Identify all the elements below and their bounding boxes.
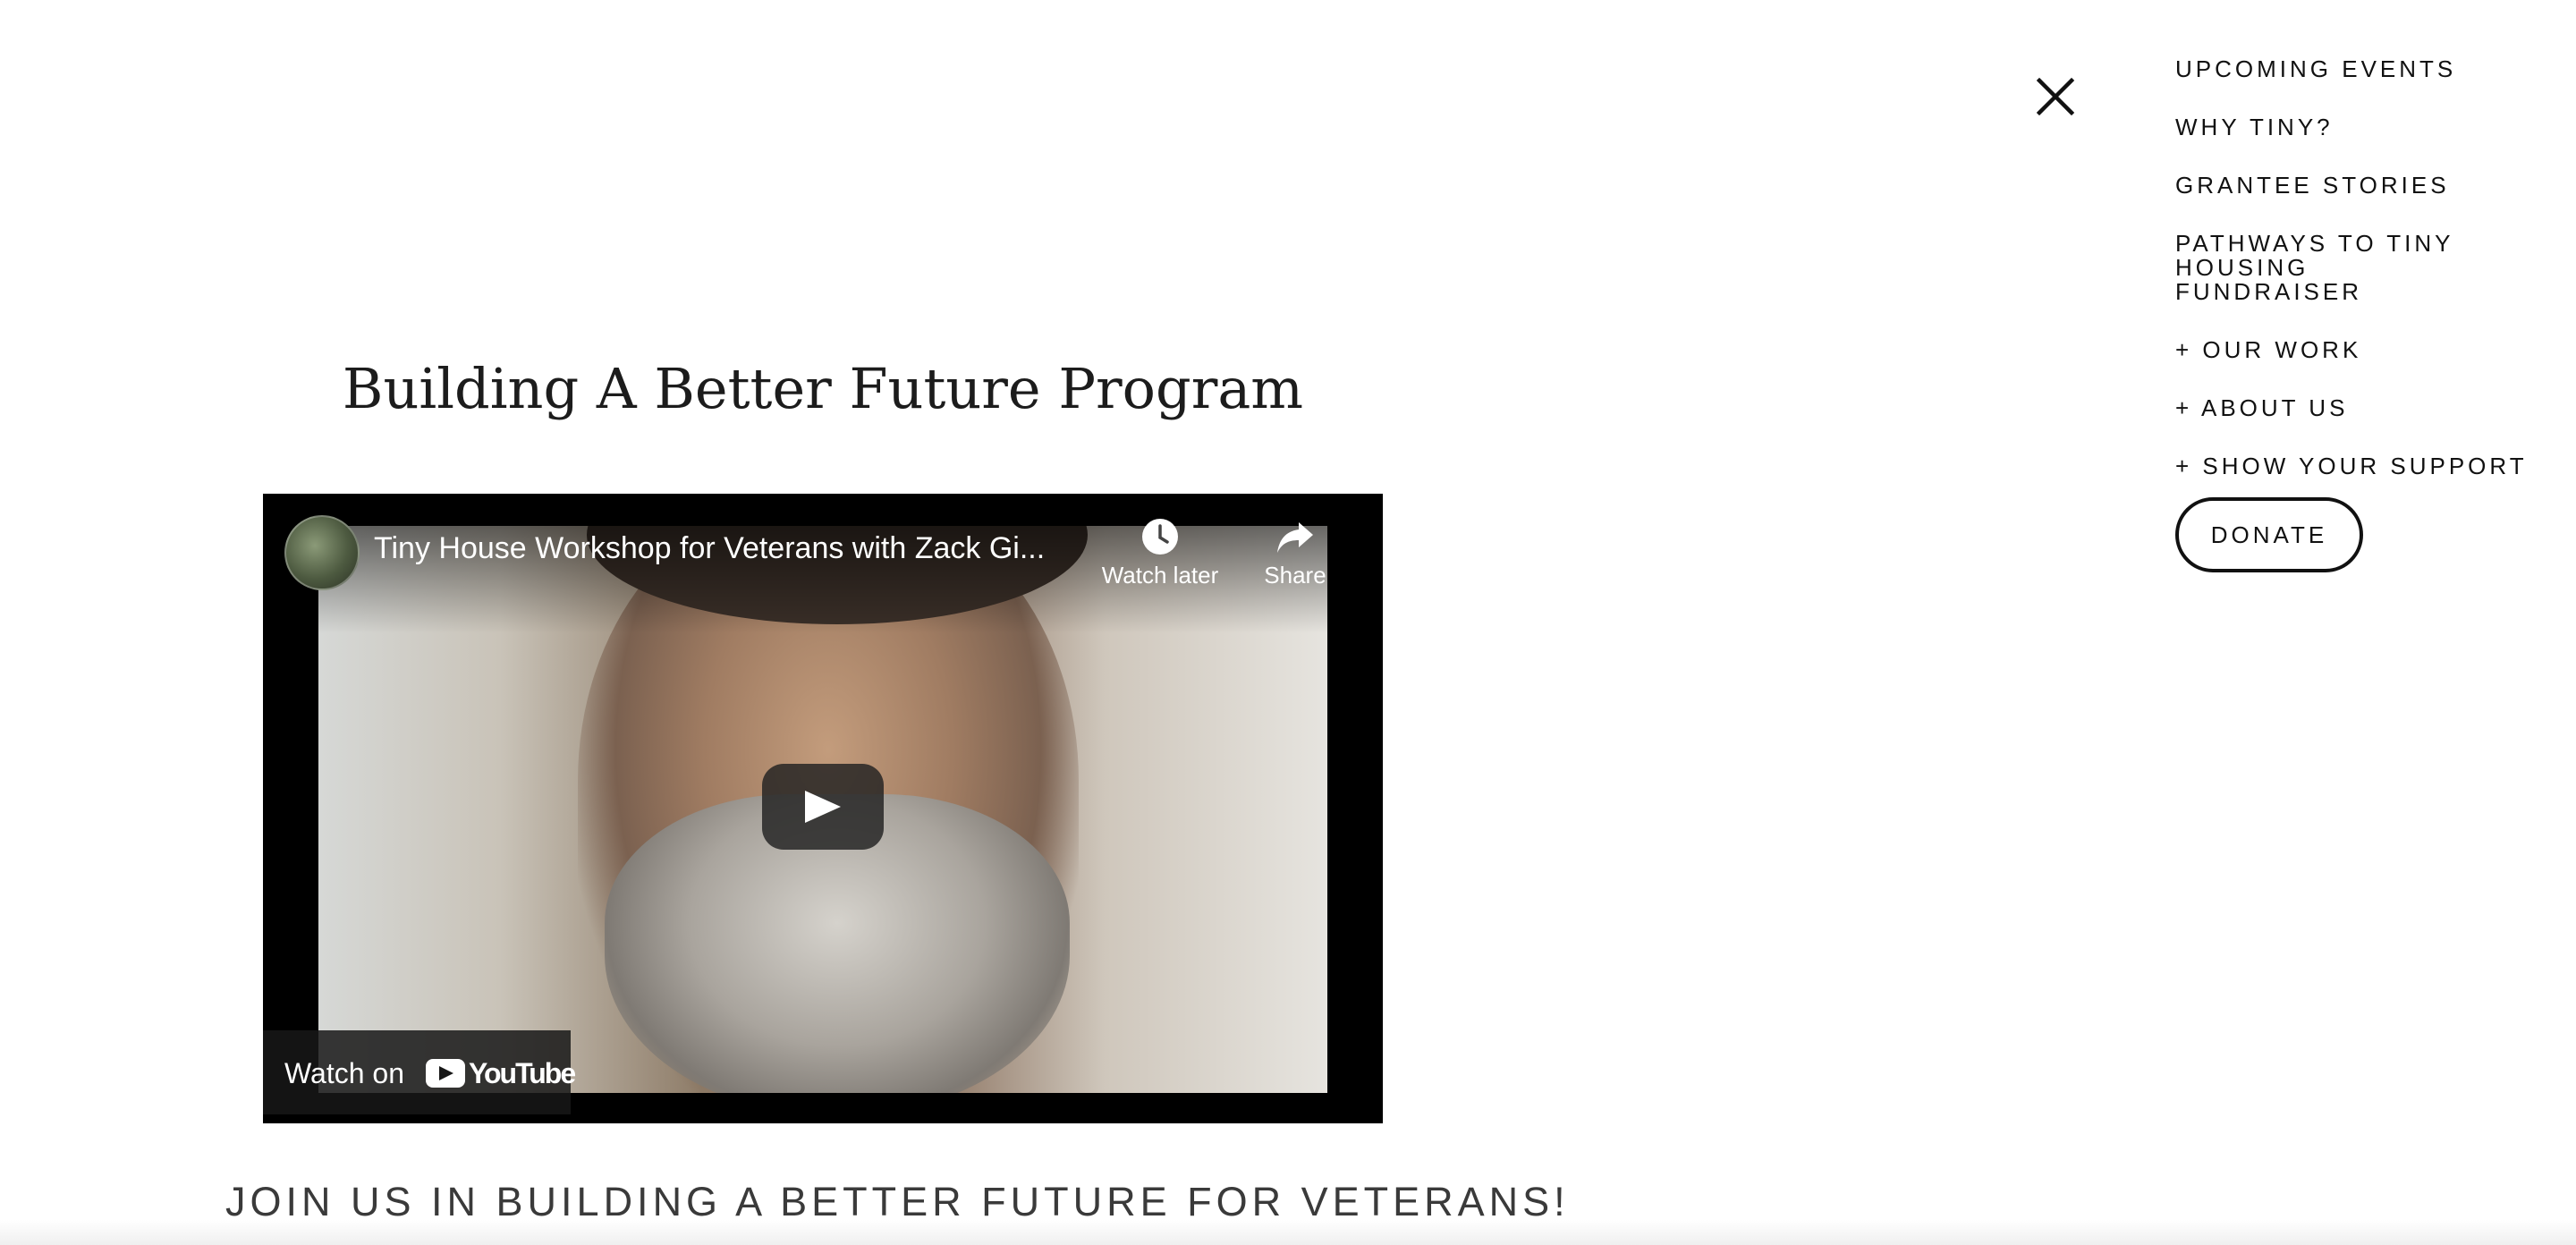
nav-item-show-your-support[interactable]: + SHOW YOUR SUPPORT [2175, 454, 2569, 479]
play-button[interactable] [762, 764, 884, 850]
bottom-fade [0, 1220, 2576, 1245]
video-title[interactable]: Tiny House Workshop for Veterans with Za… [374, 531, 1089, 566]
video-embed[interactable]: Tiny House Workshop for Veterans with Za… [263, 494, 1383, 1123]
donate-button[interactable]: DONATE [2175, 497, 2363, 572]
youtube-logo: YouTube [426, 1056, 576, 1089]
overlay-menu: UPCOMING EVENTS WHY TINY? GRANTEE STORIE… [2175, 57, 2569, 479]
watch-on-label: Watch on [284, 1057, 404, 1089]
nav-item-grantee-stories[interactable]: GRANTEE STORIES [2175, 174, 2569, 198]
nav-item-about-us[interactable]: + ABOUT US [2175, 396, 2569, 420]
watch-later-button[interactable]: Watch later [1093, 517, 1227, 589]
share-label: Share [1264, 562, 1326, 589]
clock-icon [1142, 519, 1178, 555]
share-arrow-icon [1277, 522, 1313, 553]
page: Building A Better Future Program Tiny Ho… [0, 0, 2576, 1245]
watch-later-label: Watch later [1101, 562, 1219, 589]
channel-avatar[interactable] [284, 515, 360, 590]
watch-on-youtube-button[interactable]: Watch on YouTube [263, 1030, 576, 1114]
play-icon [805, 791, 841, 823]
nav-item-our-work[interactable]: + OUR WORK [2175, 338, 2569, 362]
youtube-logo-icon [426, 1059, 465, 1088]
close-menu-button[interactable] [2034, 75, 2077, 118]
youtube-wordmark: YouTube [469, 1056, 576, 1089]
close-icon [2036, 77, 2075, 116]
page-title: Building A Better Future Program [342, 356, 1304, 421]
nav-item-pathways-fundraiser[interactable]: PATHWAYS TO TINY HOUSING FUNDRAISER [2175, 232, 2497, 304]
share-button[interactable]: Share [1250, 517, 1340, 589]
nav-item-upcoming-events[interactable]: UPCOMING EVENTS [2175, 57, 2569, 81]
nav-item-why-tiny[interactable]: WHY TINY? [2175, 115, 2569, 140]
cta-heading: JOIN US IN BUILDING A BETTER FUTURE FOR … [225, 1179, 1570, 1224]
logo-play-icon [439, 1066, 453, 1080]
